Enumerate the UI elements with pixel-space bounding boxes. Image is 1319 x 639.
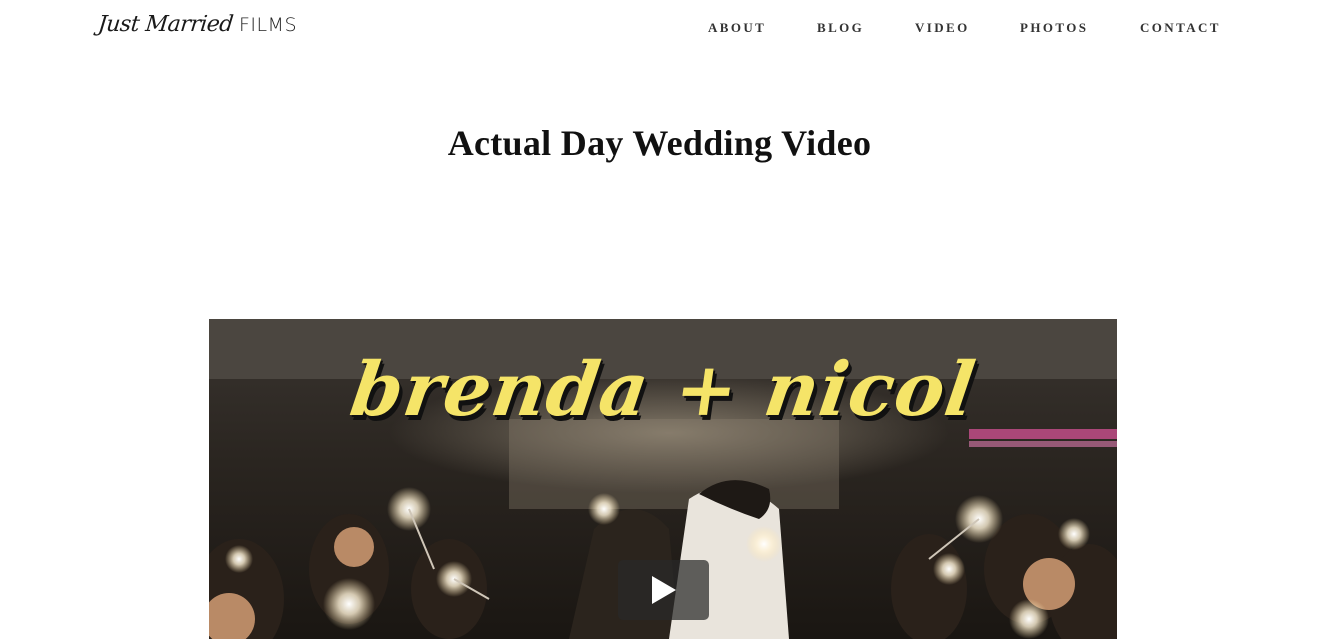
nav-video[interactable]: VIDEO [915,20,970,36]
nav-about[interactable]: ABOUT [708,20,766,36]
page-title: Actual Day Wedding Video [447,123,872,163]
play-icon [652,576,676,604]
main-nav: ABOUT BLOG VIDEO PHOTOS CONTACT [0,20,1319,38]
nav-photos[interactable]: PHOTOS [1020,20,1088,36]
nav-contact[interactable]: CONTACT [1140,20,1221,36]
site-header: Just Married FILMS ABOUT BLOG VIDEO PHOT… [0,0,1319,60]
play-button[interactable] [618,560,709,620]
video-player[interactable]: brenda + nicol [209,319,1117,639]
video-overlay-title: brenda + nicol [345,347,981,433]
nav-blog[interactable]: BLOG [817,20,864,36]
